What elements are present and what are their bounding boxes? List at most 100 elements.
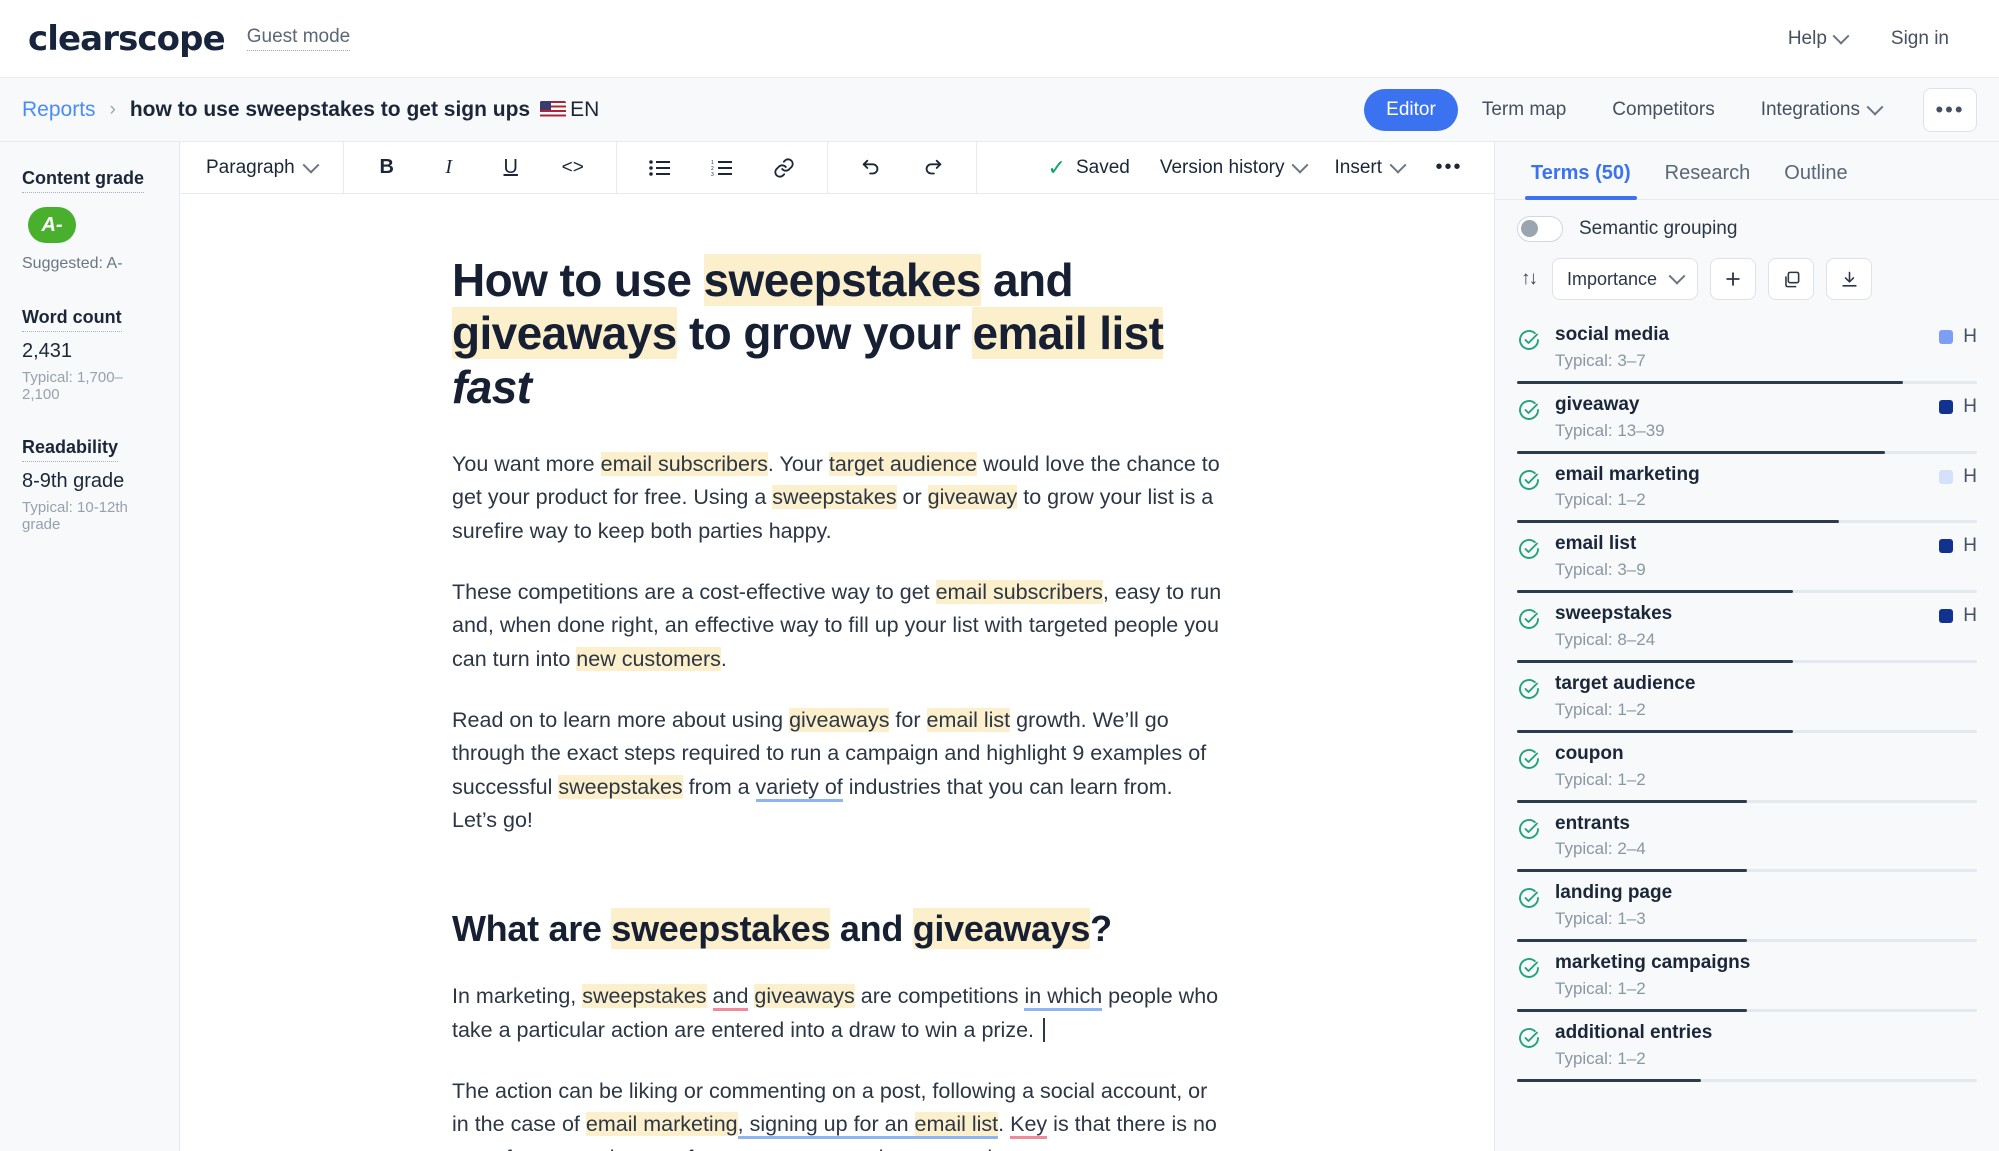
importance-swatch <box>1939 609 1954 624</box>
tab-research[interactable]: Research <box>1651 162 1765 199</box>
content-grade-badge: A- <box>28 207 76 243</box>
term-highlight[interactable]: sweepstakes <box>772 485 897 510</box>
sort-direction-icon[interactable]: ↑↓ <box>1517 268 1540 290</box>
check-circle-icon <box>1517 956 1541 980</box>
link-icon[interactable] <box>755 149 813 187</box>
semantic-grouping-toggle[interactable] <box>1517 216 1563 242</box>
grammar-suggestion[interactable]: , signing up for an <box>737 1112 915 1140</box>
download-terms-button[interactable] <box>1826 258 1873 300</box>
underline-button[interactable]: U <box>482 149 540 187</box>
text-run: These competitions are a cost-effective … <box>452 580 936 605</box>
chevron-down-icon <box>302 156 320 174</box>
text-run: to grow your <box>676 307 973 360</box>
numbered-list-icon[interactable]: 123 <box>693 149 751 187</box>
term-highlight[interactable]: giveaway <box>927 485 1018 510</box>
term-highlight[interactable]: target audience <box>828 452 978 477</box>
spelling-suggestion[interactable]: and <box>712 984 749 1012</box>
term-highlight[interactable]: giveaways <box>912 908 1090 950</box>
term-row[interactable]: social media Typical: 3–7 H <box>1495 314 1999 384</box>
tab-editor[interactable]: Editor <box>1364 88 1458 131</box>
term-row[interactable]: email marketing Typical: 1–2 H <box>1495 454 1999 524</box>
version-history-dropdown[interactable]: Version history <box>1148 149 1319 187</box>
brand-logo[interactable]: clearscope <box>28 19 226 59</box>
term-row[interactable]: coupon Typical: 1–2 <box>1495 733 1999 803</box>
readability-label[interactable]: Readability <box>22 437 119 462</box>
term-name: sweepstakes <box>1555 603 1673 625</box>
bullet-list-icon[interactable] <box>631 149 689 187</box>
term-highlight[interactable]: email subscribers <box>600 452 768 477</box>
term-highlight[interactable]: email list <box>914 1112 999 1140</box>
term-row[interactable]: email list Typical: 3–9 H <box>1495 523 1999 594</box>
term-highlight[interactable]: sweepstakes <box>703 254 981 306</box>
term-row[interactable]: sweepstakes Typical: 8–24 H <box>1495 593 1999 663</box>
copy-terms-button[interactable] <box>1768 258 1815 300</box>
document-scroll-area[interactable]: How to use sweepstakes and giveaways to … <box>180 194 1494 1151</box>
term-highlight[interactable]: giveaways <box>789 707 890 732</box>
bold-button[interactable]: B <box>358 149 416 187</box>
term-name: marketing campaigns <box>1555 952 1751 974</box>
check-icon: ✓ <box>1047 154 1066 180</box>
term-highlight[interactable]: sweepstakes <box>582 984 707 1009</box>
text-run: . <box>720 646 727 671</box>
italic-button[interactable]: I <box>420 149 478 187</box>
word-count-label[interactable]: Word count <box>22 307 122 332</box>
more-options-button[interactable]: ••• <box>1923 87 1977 132</box>
term-row[interactable]: additional entries Typical: 1–2 <box>1495 1012 1999 1082</box>
term-text: sweepstakes Typical: 8–24 <box>1555 603 1925 650</box>
document-content[interactable]: How to use sweepstakes and giveaways to … <box>452 194 1222 1151</box>
add-term-button[interactable] <box>1710 258 1757 300</box>
term-highlight[interactable]: giveaways <box>754 984 855 1009</box>
doc-paragraph-5: The action can be liking or commenting o… <box>452 1075 1222 1151</box>
breadcrumb-reports[interactable]: Reports <box>22 98 96 122</box>
text-run <box>707 984 713 1008</box>
us-flag-icon <box>540 101 567 118</box>
redo-icon[interactable] <box>904 149 962 187</box>
ellipsis-icon: ••• <box>1935 96 1965 122</box>
term-text: additional entries Typical: 1–2 <box>1555 1022 1963 1069</box>
tab-term-map[interactable]: Term map <box>1460 89 1588 131</box>
term-row[interactable]: giveaway Typical: 13–39 H <box>1495 384 1999 454</box>
term-highlight[interactable]: email marketing <box>585 1112 738 1137</box>
check-circle-icon <box>1517 817 1541 841</box>
sign-in-link[interactable]: Sign in <box>1891 28 1949 50</box>
term-highlight[interactable]: giveaways <box>452 307 677 360</box>
tab-term-map-label: Term map <box>1481 98 1567 120</box>
grammar-suggestion[interactable]: in which <box>1024 984 1103 1012</box>
term-row[interactable]: landing page Typical: 1–3 <box>1495 872 1999 943</box>
term-highlight[interactable]: sweepstakes <box>558 774 683 799</box>
undo-icon[interactable] <box>842 149 900 187</box>
sub-header: Reports › how to use sweepstakes to get … <box>0 78 1999 142</box>
term-name: email marketing <box>1555 463 1700 485</box>
insert-dropdown[interactable]: Insert <box>1322 149 1416 187</box>
paragraph-style-dropdown[interactable]: Paragraph <box>194 149 329 187</box>
text-run: In marketing, <box>452 984 583 1009</box>
term-highlight[interactable]: sweepstakes <box>611 908 831 950</box>
importance-letter: H <box>1963 326 1977 347</box>
tab-integrations[interactable]: Integrations <box>1739 89 1903 131</box>
semantic-grouping-label: Semantic grouping <box>1579 218 1738 239</box>
guest-mode-label[interactable]: Guest mode <box>246 26 351 51</box>
spelling-suggestion[interactable]: Key <box>1010 1112 1048 1140</box>
page-title: how to use sweepstakes to get sign ups <box>129 97 531 121</box>
content-grade-label[interactable]: Content grade <box>22 168 145 193</box>
tab-outline[interactable]: Outline <box>1770 162 1861 199</box>
text-run: . <box>998 1112 1011 1137</box>
word-count-typical: Typical: 1,700–2,100 <box>22 369 123 403</box>
tab-competitors[interactable]: Competitors <box>1590 89 1736 131</box>
term-highlight[interactable]: email list <box>926 707 1011 732</box>
sort-by-dropdown[interactable]: Importance <box>1552 258 1699 300</box>
readability-typical: Typical: 10-12th grade <box>22 499 128 533</box>
grammar-suggestion[interactable]: variety of <box>755 774 843 802</box>
terms-panel: Terms (50) Research Outline Semantic gro… <box>1494 142 1999 1151</box>
code-button[interactable]: <> <box>544 149 602 187</box>
toolbar-more-button[interactable]: ••• <box>1420 149 1478 187</box>
term-row[interactable]: marketing campaigns Typical: 1–2 <box>1495 942 1999 1012</box>
terms-list[interactable]: social media Typical: 3–7 Hgiveaway Typical… <box>1495 314 1999 1151</box>
term-row[interactable]: target audience Typical: 1–2 <box>1495 663 1999 733</box>
help-menu[interactable]: Help <box>1788 27 1850 50</box>
term-row[interactable]: entrants Typical: 2–4 <box>1495 803 1999 873</box>
tab-terms[interactable]: Terms (50) <box>1517 162 1645 200</box>
term-highlight[interactable]: email subscribers <box>935 580 1103 605</box>
term-highlight[interactable]: email list <box>972 307 1164 360</box>
term-highlight[interactable]: new customers <box>576 646 721 671</box>
